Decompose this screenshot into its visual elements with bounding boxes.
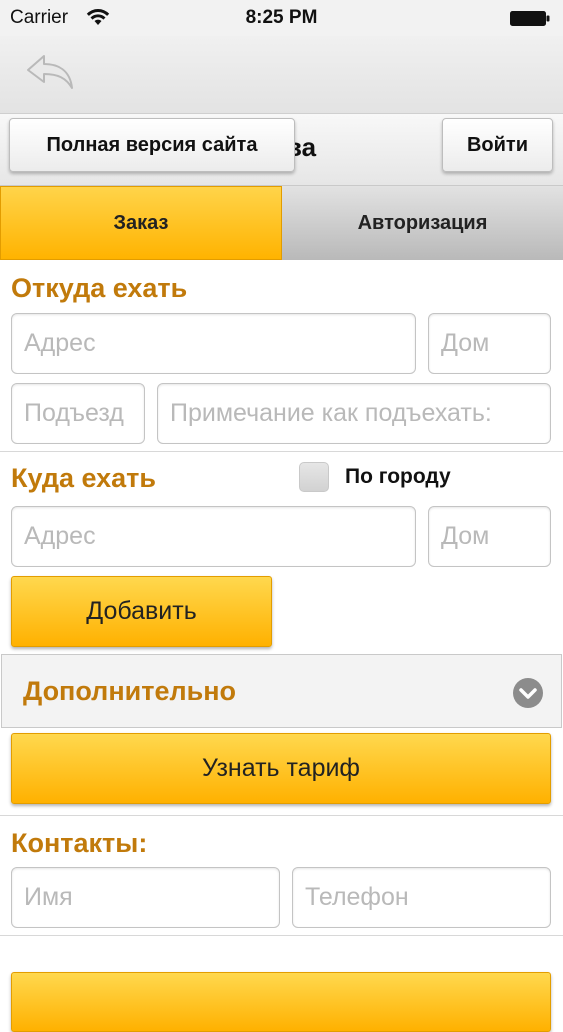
contact-name-input[interactable]: Имя (11, 867, 280, 928)
divider (0, 451, 563, 452)
divider (0, 935, 563, 936)
to-section-title: Куда ехать (11, 463, 156, 493)
add-destination-button[interactable]: Добавить (11, 576, 272, 647)
contact-phone-input[interactable]: Телефон (292, 867, 551, 928)
contacts-section-title: Контакты: (11, 828, 148, 858)
battery-icon (510, 11, 550, 26)
full-site-button[interactable]: Полная версия сайта (9, 118, 295, 172)
from-entrance-input[interactable]: Подъезд (11, 383, 145, 444)
tab-authorization[interactable]: Авторизация (282, 186, 563, 260)
chevron-down-icon[interactable] (512, 677, 544, 709)
to-house-input[interactable]: Дом (428, 506, 551, 567)
city-checkbox-label: По городу (345, 465, 451, 488)
from-address-input[interactable]: Адрес (11, 313, 416, 374)
extra-options-title: Дополнительно (23, 676, 237, 706)
back-arrow-icon[interactable] (24, 52, 76, 92)
divider (0, 815, 563, 816)
navigation-bar (0, 36, 563, 114)
from-note-input[interactable]: Примечание как подъехать: (157, 383, 551, 444)
from-section-title: Откуда ехать (11, 273, 188, 303)
login-button[interactable]: Войти (442, 118, 553, 172)
submit-order-button[interactable] (11, 972, 551, 1032)
tab-order[interactable]: Заказ (0, 186, 282, 260)
get-tariff-button[interactable]: Узнать тариф (11, 733, 551, 804)
from-house-input[interactable]: Дом (428, 313, 551, 374)
city-checkbox[interactable] (299, 462, 329, 492)
status-time: 8:25 PM (245, 7, 318, 28)
to-address-input[interactable]: Адрес (11, 506, 416, 567)
